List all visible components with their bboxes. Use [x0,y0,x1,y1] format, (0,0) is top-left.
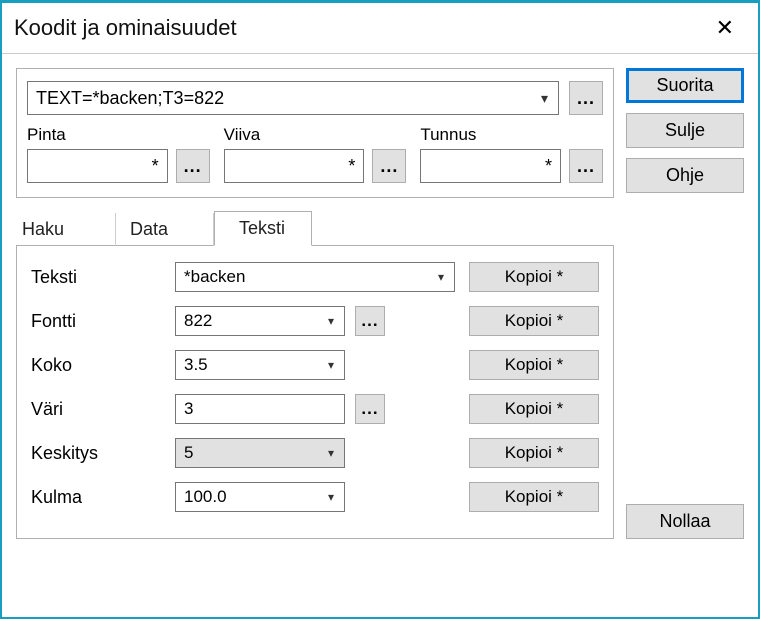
align-combo[interactable]: ▾ [175,438,345,468]
size-label: Koko [31,355,161,376]
surface-label: Pinta [27,125,210,145]
help-button[interactable]: Ohje [626,158,744,193]
surface-browse-button[interactable]: ... [176,149,210,183]
reset-button[interactable]: Nollaa [626,504,744,539]
angle-label: Kulma [31,487,161,508]
id-input[interactable]: * [420,149,561,183]
text-input[interactable] [176,263,428,291]
tab-text[interactable]: Teksti [214,211,312,246]
right-column: Suorita Sulje Ohje Nollaa [626,68,744,539]
execute-button[interactable]: Suorita [626,68,744,103]
tab-panel-text: Teksti ▾ Kopioi * Fontti ▾ [16,246,614,539]
angle-combo[interactable]: ▾ [175,482,345,512]
size-combo[interactable]: ▾ [175,350,345,380]
angle-input[interactable] [176,483,318,511]
close-icon[interactable]: ✕ [708,13,742,43]
spacer [626,203,744,494]
left-column: ▾ ... Pinta * ... Viiva * ... [16,68,614,539]
chevron-down-icon[interactable]: ▾ [531,90,558,107]
align-input[interactable] [176,439,318,467]
line-field: Viiva * ... [224,125,407,183]
font-label: Fontti [31,311,161,332]
color-input[interactable] [175,394,345,424]
expression-browse-button[interactable]: ... [569,81,603,115]
expression-input[interactable] [28,84,531,113]
line-browse-button[interactable]: ... [372,149,406,183]
font-browse-button[interactable]: ... [355,306,385,336]
close-button[interactable]: Sulje [626,113,744,148]
size-copy-button[interactable]: Kopioi * [469,350,599,380]
content: ▾ ... Pinta * ... Viiva * ... [2,54,758,539]
size-input[interactable] [176,351,318,379]
window-title: Koodit ja ominaisuudet [14,15,237,41]
surface-input[interactable]: * [27,149,168,183]
id-label: Tunnus [420,125,603,145]
chevron-down-icon[interactable]: ▾ [428,270,454,284]
tab-strip: Haku Data Teksti [16,210,614,246]
chevron-down-icon[interactable]: ▾ [318,358,344,372]
tab-area: Haku Data Teksti Teksti ▾ Kopioi * [16,210,614,539]
font-combo[interactable]: ▾ [175,306,345,336]
text-combo[interactable]: ▾ [175,262,455,292]
tab-search[interactable]: Haku [18,213,116,246]
chevron-down-icon[interactable]: ▾ [318,446,344,460]
text-copy-button[interactable]: Kopioi * [469,262,599,292]
id-browse-button[interactable]: ... [569,149,603,183]
color-label: Väri [31,399,161,420]
color-browse-button[interactable]: ... [355,394,385,424]
tab-data[interactable]: Data [116,213,214,246]
id-field: Tunnus * ... [420,125,603,183]
line-input[interactable]: * [224,149,365,183]
color-copy-button[interactable]: Kopioi * [469,394,599,424]
chevron-down-icon[interactable]: ▾ [318,314,344,328]
expression-combo[interactable]: ▾ [27,81,559,115]
text-label: Teksti [31,267,161,288]
font-input[interactable] [176,307,318,335]
align-copy-button[interactable]: Kopioi * [469,438,599,468]
font-copy-button[interactable]: Kopioi * [469,306,599,336]
line-label: Viiva [224,125,407,145]
expression-row: ▾ ... [27,81,603,115]
surface-field: Pinta * ... [27,125,210,183]
query-group: ▾ ... Pinta * ... Viiva * ... [16,68,614,198]
chevron-down-icon[interactable]: ▾ [318,490,344,504]
align-label: Keskitys [31,443,161,464]
titlebar: Koodit ja ominaisuudet ✕ [2,3,758,54]
angle-copy-button[interactable]: Kopioi * [469,482,599,512]
